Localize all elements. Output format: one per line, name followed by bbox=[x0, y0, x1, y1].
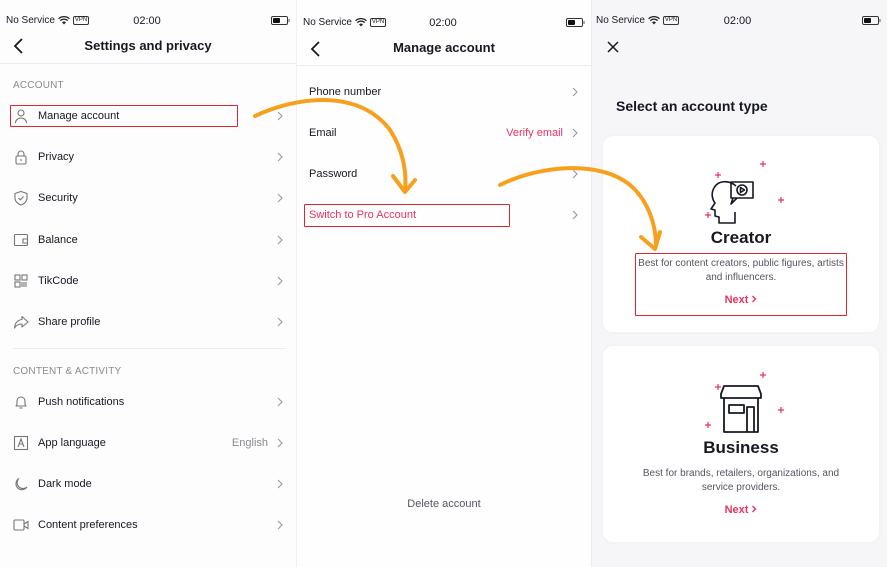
lock-icon bbox=[15, 150, 27, 165]
section-label-account: ACCOUNT bbox=[13, 80, 64, 91]
settings-item-label: Content preferences bbox=[38, 519, 138, 531]
next-label: Next bbox=[724, 294, 749, 306]
battery-icon bbox=[271, 16, 290, 25]
settings-item-label: Dark mode bbox=[38, 478, 92, 490]
chevron-right-icon bbox=[572, 210, 578, 220]
manage-item-label: Switch to Pro Account bbox=[309, 209, 416, 221]
verify-email-link[interactable]: Verify email bbox=[506, 127, 563, 139]
chevron-right-icon bbox=[277, 276, 283, 286]
business-next-button[interactable]: Next bbox=[603, 504, 879, 516]
status-bar: No Service VPN 02:00 bbox=[6, 13, 290, 29]
manage-item-label: Phone number bbox=[309, 86, 382, 98]
status-time: 02:00 bbox=[723, 15, 752, 27]
chevron-right-icon bbox=[277, 235, 283, 245]
account-type-card-business[interactable]: Business Best for brands, retailers, org… bbox=[603, 346, 879, 542]
next-label: Next bbox=[724, 504, 749, 516]
manage-item-phone-number[interactable]: Phone number bbox=[297, 72, 591, 112]
chevron-right-icon bbox=[572, 87, 578, 97]
chevron-right-icon bbox=[752, 505, 757, 513]
chevron-right-icon bbox=[752, 295, 757, 303]
manage-item-password[interactable]: Password bbox=[297, 154, 591, 194]
chevron-right-icon bbox=[277, 152, 283, 162]
settings-item-manage-account[interactable]: Manage account bbox=[0, 96, 296, 136]
settings-item-balance[interactable]: Balance bbox=[0, 220, 296, 260]
settings-item-security[interactable]: Security bbox=[0, 178, 296, 218]
page-title: Manage account bbox=[393, 40, 495, 55]
settings-item-label: Security bbox=[38, 192, 78, 204]
settings-item-label: Push notifications bbox=[38, 396, 125, 408]
settings-item-label: Privacy bbox=[38, 151, 75, 163]
chevron-right-icon bbox=[572, 169, 578, 179]
manage-item-label: Password bbox=[309, 168, 358, 180]
person-icon bbox=[14, 109, 28, 124]
section-label-content-activity: CONTENT & ACTIVITY bbox=[13, 366, 122, 377]
storefront-illustration-icon bbox=[705, 372, 784, 433]
page-title: Settings and privacy bbox=[84, 38, 212, 53]
settings-item-content-preferences[interactable]: Content preferences bbox=[0, 505, 296, 545]
settings-navbar: Settings and privacy bbox=[0, 30, 296, 64]
share-icon bbox=[13, 315, 29, 329]
moon-icon bbox=[15, 478, 28, 491]
close-button[interactable] bbox=[606, 40, 620, 54]
settings-item-label: TikCode bbox=[38, 275, 79, 287]
account-type-card-creator[interactable]: Creator Best for content creators, publi… bbox=[603, 136, 879, 332]
status-time: 02:00 bbox=[429, 17, 457, 29]
wallet-icon bbox=[13, 233, 29, 247]
settings-item-dark-mode[interactable]: Dark mode bbox=[0, 464, 296, 504]
page-title: Select an account type bbox=[616, 98, 768, 114]
creator-next-button[interactable]: Next bbox=[603, 294, 879, 306]
bell-icon bbox=[15, 396, 27, 409]
shield-icon bbox=[14, 190, 28, 206]
settings-item-label: Manage account bbox=[38, 110, 120, 122]
chevron-right-icon bbox=[277, 438, 283, 448]
battery-icon bbox=[862, 16, 881, 25]
card-title: Business bbox=[703, 438, 779, 457]
qr-code-icon bbox=[14, 274, 28, 288]
manage-item-label: Email bbox=[309, 127, 337, 139]
chevron-right-icon bbox=[277, 317, 283, 327]
settings-item-privacy[interactable]: Privacy bbox=[0, 137, 296, 177]
status-bar: No Service VPN 02:00 bbox=[303, 15, 585, 31]
chevron-right-icon bbox=[277, 397, 283, 407]
settings-item-push-notifications[interactable]: Push notifications bbox=[0, 382, 296, 422]
manage-account-screen: No Service VPN 02:00 Manage account Phon… bbox=[296, 0, 591, 567]
settings-item-app-language[interactable]: App language English bbox=[0, 423, 296, 463]
chevron-right-icon bbox=[277, 479, 283, 489]
settings-screen: No Service VPN 02:00 Settings and privac… bbox=[0, 0, 296, 567]
manage-item-email[interactable]: Email Verify email bbox=[297, 113, 591, 153]
creator-illustration-icon bbox=[705, 161, 784, 224]
settings-item-label: App language bbox=[38, 437, 106, 449]
card-title: Creator bbox=[710, 228, 772, 247]
status-time: 02:00 bbox=[133, 15, 161, 27]
card-description: Best for content creators, public figure… bbox=[638, 258, 844, 283]
battery-icon bbox=[566, 18, 585, 27]
app-language-value: English bbox=[231, 437, 268, 449]
settings-item-tikcode[interactable]: TikCode bbox=[0, 261, 296, 301]
settings-item-label: Balance bbox=[38, 234, 78, 246]
chevron-right-icon bbox=[572, 128, 578, 138]
manage-item-switch-to-pro[interactable]: Switch to Pro Account bbox=[297, 195, 591, 235]
section-divider bbox=[13, 348, 286, 349]
chevron-right-icon bbox=[277, 111, 283, 121]
settings-item-share-profile[interactable]: Share profile bbox=[0, 302, 296, 342]
settings-item-label: Share profile bbox=[38, 316, 101, 328]
language-icon bbox=[13, 435, 29, 451]
status-bar: No Service VPN 02:00 bbox=[596, 13, 881, 29]
video-icon bbox=[13, 519, 29, 531]
manage-account-navbar: Manage account bbox=[297, 30, 591, 66]
chevron-right-icon bbox=[277, 193, 283, 203]
account-type-screen: No Service VPN 02:00 Select an account t… bbox=[591, 0, 887, 567]
chevron-right-icon bbox=[277, 520, 283, 530]
delete-account-button[interactable]: Delete account bbox=[297, 498, 591, 510]
card-description: Best for brands, retailers, organization… bbox=[642, 468, 840, 493]
